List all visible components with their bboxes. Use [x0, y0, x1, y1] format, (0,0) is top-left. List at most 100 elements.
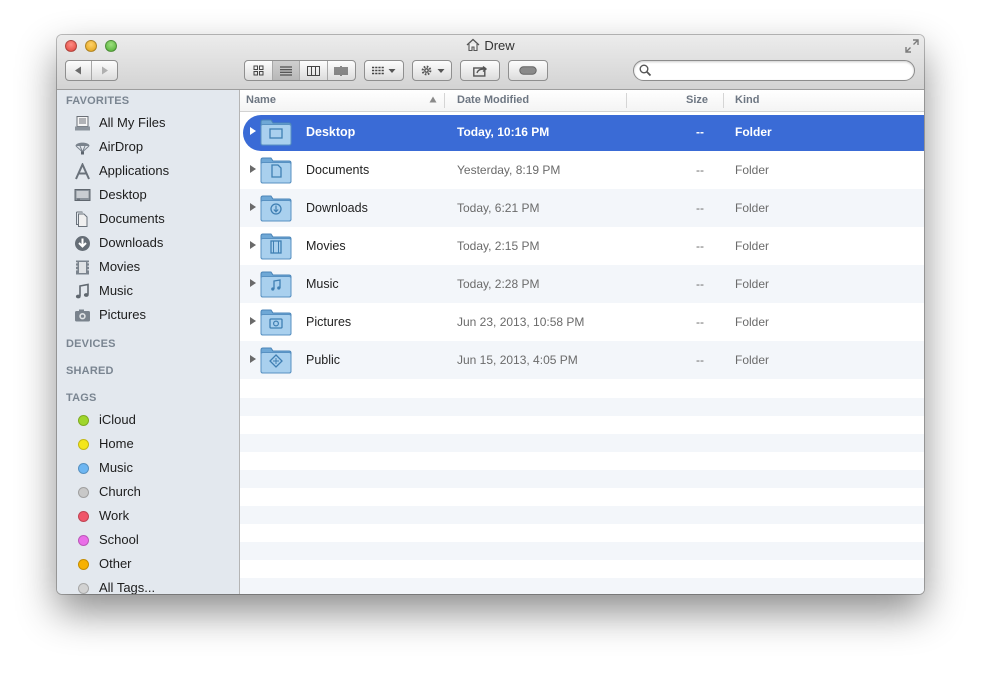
- sidebar-item-desktop[interactable]: Desktop: [57, 184, 239, 206]
- back-button[interactable]: [66, 61, 92, 80]
- titlebar: Drew: [57, 35, 924, 90]
- table-row[interactable]: Movies Today, 2:15 PM -- Folder: [240, 227, 924, 265]
- list-view-icon: [279, 66, 292, 75]
- disclosure-triangle-icon[interactable]: [249, 202, 257, 212]
- movies-icon: [76, 260, 89, 275]
- sidebar-item-documents[interactable]: Documents: [57, 208, 239, 230]
- sidebar-tag-music[interactable]: Music: [57, 457, 239, 479]
- search-input[interactable]: [656, 63, 906, 78]
- movies-folder-icon: [260, 233, 292, 260]
- coverflow-view-icon: [334, 65, 348, 76]
- forward-button[interactable]: [92, 61, 117, 80]
- tags-button[interactable]: [508, 60, 548, 81]
- table-row[interactable]: Documents Yesterday, 8:19 PM -- Folder: [240, 151, 924, 189]
- sort-ascending-icon: [429, 96, 437, 103]
- sidebar-tag-work[interactable]: Work: [57, 505, 239, 527]
- finder-window: Drew FAVORITES All My Files AirDrop Appl…: [57, 35, 924, 594]
- file-name: Pictures: [306, 315, 352, 329]
- chevron-down-icon: [388, 68, 396, 73]
- window-title-area: Drew: [57, 38, 924, 53]
- applications-icon: [75, 163, 90, 180]
- file-kind: Folder: [735, 239, 770, 253]
- tag-color-dot: [78, 439, 89, 450]
- sidebar-header-devices[interactable]: DEVICES: [66, 338, 116, 350]
- disclosure-triangle-icon[interactable]: [249, 126, 257, 136]
- desktop-icon: [74, 189, 91, 201]
- sidebar-tag-other[interactable]: Other: [57, 553, 239, 575]
- column-divider[interactable]: [444, 93, 445, 108]
- arrange-button[interactable]: [364, 60, 404, 81]
- file-list: Name Date Modified Size Kind Desktop Tod…: [240, 90, 924, 594]
- tag-color-dot: [78, 487, 89, 498]
- action-button[interactable]: [412, 60, 452, 81]
- tag-color-dot: [78, 559, 89, 570]
- sidebar-tag-school[interactable]: School: [57, 529, 239, 551]
- file-name: Movies: [306, 239, 346, 253]
- sidebar-item-label: Downloads: [99, 235, 164, 250]
- coverflow-view-button[interactable]: [328, 61, 355, 80]
- column-header-kind[interactable]: Kind: [735, 94, 759, 106]
- sidebar-header-shared[interactable]: SHARED: [66, 365, 114, 377]
- file-size: --: [696, 239, 704, 253]
- sidebar-tag-icloud[interactable]: iCloud: [57, 409, 239, 431]
- disclosure-triangle-icon[interactable]: [249, 354, 257, 364]
- table-row[interactable]: Downloads Today, 6:21 PM -- Folder: [240, 189, 924, 227]
- tag-color-dot: [78, 463, 89, 474]
- sidebar: FAVORITES All My Files AirDrop Applicati…: [57, 90, 240, 594]
- table-row[interactable]: Music Today, 2:28 PM -- Folder: [240, 265, 924, 303]
- list-view-button[interactable]: [272, 61, 300, 80]
- sidebar-item-pictures[interactable]: Pictures: [57, 304, 239, 326]
- disclosure-triangle-icon[interactable]: [249, 240, 257, 250]
- column-divider[interactable]: [723, 93, 724, 108]
- disclosure-triangle-icon[interactable]: [249, 316, 257, 326]
- music-folder-icon: [260, 271, 292, 298]
- disclosure-triangle-icon[interactable]: [249, 164, 257, 174]
- sidebar-item-label: School: [99, 532, 139, 547]
- sidebar-item-movies[interactable]: Movies: [57, 256, 239, 278]
- sidebar-header-favorites: FAVORITES: [66, 95, 130, 107]
- icon-view-button[interactable]: [245, 61, 273, 80]
- tag-color-dot: [78, 511, 89, 522]
- file-date-modified: Jun 15, 2013, 4:05 PM: [457, 353, 578, 367]
- column-header-name[interactable]: Name: [246, 94, 276, 106]
- file-date-modified: Today, 6:21 PM: [457, 201, 540, 215]
- sidebar-item-music[interactable]: Music: [57, 280, 239, 302]
- sidebar-item-label: Work: [99, 508, 130, 523]
- view-mode-control: [244, 60, 356, 81]
- sidebar-item-label: Desktop: [99, 187, 147, 202]
- table-row[interactable]: Desktop Today, 10:16 PM -- Folder: [240, 113, 924, 151]
- table-row[interactable]: Pictures Jun 23, 2013, 10:58 PM -- Folde…: [240, 303, 924, 341]
- sidebar-tag-church[interactable]: Church: [57, 481, 239, 503]
- sidebar-item-airdrop[interactable]: AirDrop: [57, 136, 239, 158]
- pictures-folder-icon: [260, 309, 292, 336]
- home-icon: [466, 38, 480, 52]
- sidebar-tag-home[interactable]: Home: [57, 433, 239, 455]
- file-kind: Folder: [735, 315, 770, 329]
- column-header-date-modified[interactable]: Date Modified: [457, 94, 529, 106]
- file-name: Desktop: [306, 125, 356, 139]
- sidebar-item-applications[interactable]: Applications: [57, 160, 239, 182]
- sidebar-item-label: iCloud: [99, 412, 136, 427]
- empty-row-stripe: [240, 434, 924, 452]
- sidebar-item-downloads[interactable]: Downloads: [57, 232, 239, 254]
- column-header-size[interactable]: Size: [686, 94, 708, 106]
- file-kind: Folder: [735, 163, 770, 177]
- fullscreen-icon[interactable]: [905, 39, 919, 53]
- search-field[interactable]: [633, 60, 915, 81]
- sidebar-item-label: Home: [99, 436, 134, 451]
- column-view-button[interactable]: [300, 61, 328, 80]
- empty-row-stripe: [240, 506, 924, 524]
- disclosure-triangle-icon[interactable]: [249, 278, 257, 288]
- tag-color-dot: [78, 583, 89, 594]
- share-button[interactable]: [460, 60, 500, 81]
- empty-row-stripe: [240, 578, 924, 594]
- chevron-down-icon: [437, 68, 444, 73]
- file-size: --: [696, 277, 704, 291]
- table-row[interactable]: Public Jun 15, 2013, 4:05 PM -- Folder: [240, 341, 924, 379]
- sidebar-item-all-my-files[interactable]: All My Files: [57, 112, 239, 134]
- airdrop-icon: [75, 142, 90, 155]
- sidebar-tag-all-tags[interactable]: All Tags...: [57, 577, 239, 594]
- column-divider[interactable]: [626, 93, 627, 108]
- file-kind: Folder: [735, 125, 772, 139]
- sidebar-item-label: Church: [99, 484, 141, 499]
